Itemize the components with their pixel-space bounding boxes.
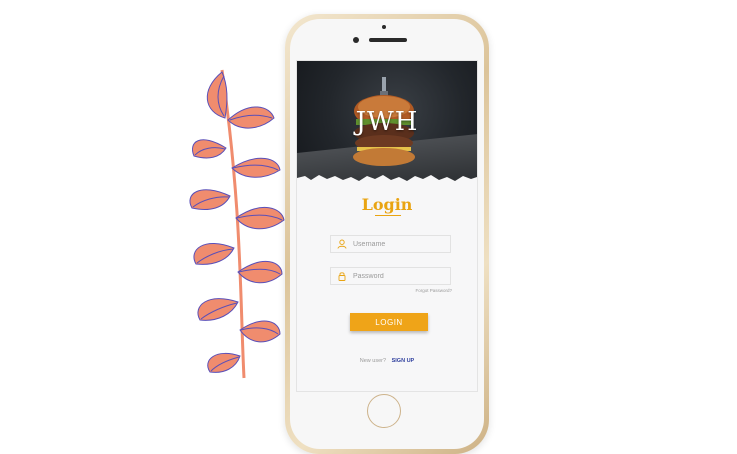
phone-frame: JWH Login Forgot Pa — [285, 14, 489, 454]
user-icon — [334, 236, 350, 252]
username-input[interactable] — [353, 237, 448, 251]
home-button[interactable] — [367, 394, 401, 428]
new-user-label: New user? — [359, 358, 387, 364]
torn-paper-edge — [297, 175, 477, 186]
hero-image: JWH — [297, 61, 477, 183]
signup-row: New user? SIGN UP — [297, 358, 477, 364]
lock-icon — [334, 268, 350, 284]
page-title: Login — [361, 195, 413, 214]
earpiece-speaker — [369, 38, 407, 42]
password-field[interactable] — [330, 267, 451, 285]
login-button[interactable]: LOGIN — [350, 313, 428, 331]
brand-logo: JWH — [355, 107, 419, 137]
leaf-branch-icon — [189, 69, 285, 379]
signup-link[interactable]: SIGN UP — [392, 358, 415, 364]
front-sensor — [382, 25, 386, 29]
password-input[interactable] — [353, 269, 448, 283]
username-field[interactable] — [330, 235, 451, 253]
forgot-password-link[interactable]: Forgot Password? — [357, 288, 452, 293]
login-screen: JWH Login Forgot Pa — [296, 60, 478, 392]
title-underline — [375, 215, 401, 216]
front-camera — [353, 37, 359, 43]
